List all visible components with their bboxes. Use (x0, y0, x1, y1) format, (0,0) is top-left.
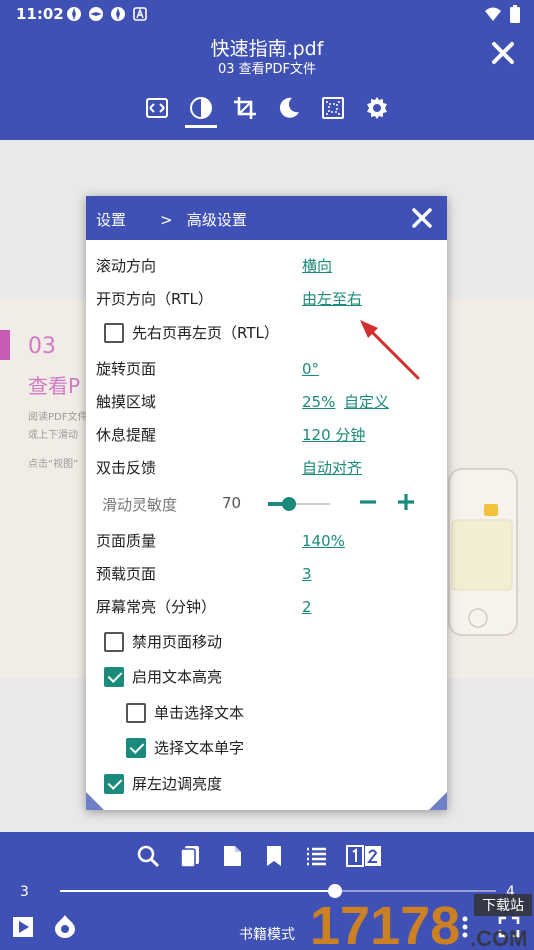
preload-pages-label: 预载页面 (96, 565, 157, 583)
section-number: 03 (28, 334, 56, 359)
disable-page-move-label: 禁用页面移动 (132, 633, 223, 651)
notification-app-icon (66, 6, 82, 22)
section-accent-bar (0, 330, 10, 360)
crop-icon[interactable] (233, 96, 257, 120)
two-page-icon[interactable] (346, 844, 382, 868)
top-toolbar: 快速指南.pdf 03 查看PDF文件 (0, 28, 534, 140)
touch-area-custom[interactable]: 自定义 (344, 389, 389, 415)
fit-width-icon[interactable] (145, 96, 169, 120)
svg-text:17178: 17178 (310, 896, 460, 950)
battery-icon (510, 5, 520, 27)
text-highlight-checkbox[interactable] (104, 667, 124, 687)
page-direction-label: 开页方向（RTL） (96, 290, 213, 308)
breadcrumb-settings[interactable]: 设置 (96, 209, 126, 230)
advanced-settings-dialog: 设置 > 高级设置 滚动方向 横向 开页方向（RTL） 由左至右 先右页再左页（… (86, 196, 447, 810)
rest-reminder-value[interactable]: 120 分钟 (302, 422, 365, 448)
margins-icon[interactable] (321, 96, 345, 120)
annotation-arrow (352, 316, 432, 386)
text-highlight-label: 启用文本高亮 (132, 668, 223, 686)
sensitivity-label: 滑动灵敏度 (102, 496, 178, 514)
minus-icon[interactable] (358, 492, 378, 512)
settings-gear-icon[interactable] (365, 96, 389, 120)
section-heading: 查看P (28, 374, 81, 398)
rest-reminder-label: 休息提醒 (96, 426, 157, 444)
dialog-header: 设置 > 高级设置 (86, 196, 447, 240)
breadcrumb-current: > 高级设置 (160, 209, 247, 230)
document-title: 快速指南.pdf (210, 38, 324, 60)
bookmark-icon[interactable] (262, 844, 286, 868)
svg-text:.COM: .COM (470, 926, 527, 950)
status-bar: 11:02 (0, 0, 534, 28)
page-text-line: 阅读PDF文件 (28, 412, 88, 423)
touch-area-label: 触摸区域 (96, 393, 157, 411)
notification-app-icon (88, 6, 104, 22)
notification-icons (66, 6, 148, 22)
select-word-label: 选择文本单字 (154, 739, 245, 757)
contrast-icon[interactable] (185, 96, 217, 128)
single-tap-select-label: 单击选择文本 (154, 704, 245, 722)
rotate-page-label: 旋转页面 (96, 360, 157, 378)
double-tap-value[interactable]: 自动对齐 (302, 455, 362, 481)
preload-pages-value[interactable]: 3 (302, 561, 312, 587)
bottom-tools (136, 844, 382, 868)
wifi-icon (484, 6, 502, 26)
left-brightness-checkbox[interactable] (104, 774, 124, 794)
phone-illustration (448, 468, 518, 636)
view-tools (145, 96, 389, 128)
page-icon[interactable] (220, 844, 244, 868)
single-tap-select-checkbox[interactable] (126, 703, 146, 723)
list-icon[interactable] (304, 844, 328, 868)
breadcrumb-separator: > (160, 211, 173, 229)
notification-app-icon (110, 6, 126, 22)
page-start: 3 (20, 884, 29, 900)
system-icons (484, 5, 520, 27)
notification-a-icon (132, 6, 148, 22)
resize-corner-right[interactable] (429, 792, 447, 810)
night-mode-icon[interactable] (277, 96, 301, 120)
site-watermark: 17178 下载站 .COM (310, 888, 534, 950)
sensitivity-value: 70 (222, 494, 242, 512)
status-time: 11:02 (16, 5, 64, 23)
resize-corner-left[interactable] (86, 792, 104, 810)
disable-page-move-checkbox[interactable] (104, 632, 124, 652)
screen-on-value[interactable]: 2 (302, 594, 312, 620)
page-text-line: 点击“视图” (28, 459, 79, 470)
copy-pages-icon[interactable] (178, 844, 202, 868)
breadcrumb-current-label: 高级设置 (186, 211, 247, 229)
page-direction-value[interactable]: 由左至右 (302, 286, 362, 312)
plus-icon[interactable] (396, 492, 416, 512)
close-icon[interactable] (490, 40, 516, 66)
right-page-first-label: 先右页再左页（RTL） (132, 324, 279, 342)
document-subtitle: 03 查看PDF文件 (217, 62, 316, 77)
search-icon[interactable] (136, 844, 160, 868)
dialog-close-icon[interactable] (411, 207, 433, 229)
svg-text:下载站: 下载站 (482, 898, 524, 914)
double-tap-label: 双击反馈 (96, 459, 157, 477)
scroll-direction-label: 滚动方向 (96, 257, 157, 275)
left-brightness-label: 屏左边调亮度 (132, 775, 223, 793)
right-page-first-checkbox[interactable] (104, 323, 124, 343)
scroll-direction-value[interactable]: 横向 (302, 253, 332, 279)
page-text-line: 或上下滑动 (28, 430, 78, 441)
page-slider-fill (60, 890, 336, 892)
touch-area-value[interactable]: 25% (302, 389, 335, 415)
page-quality-value[interactable]: 140% (302, 528, 345, 554)
page-quality-label: 页面质量 (96, 532, 157, 550)
screen-on-label: 屏幕常亮（分钟） (96, 598, 217, 616)
select-word-checkbox[interactable] (126, 738, 146, 758)
sensitivity-slider-knob[interactable] (282, 497, 296, 511)
rotate-page-value[interactable]: 0° (302, 356, 319, 382)
